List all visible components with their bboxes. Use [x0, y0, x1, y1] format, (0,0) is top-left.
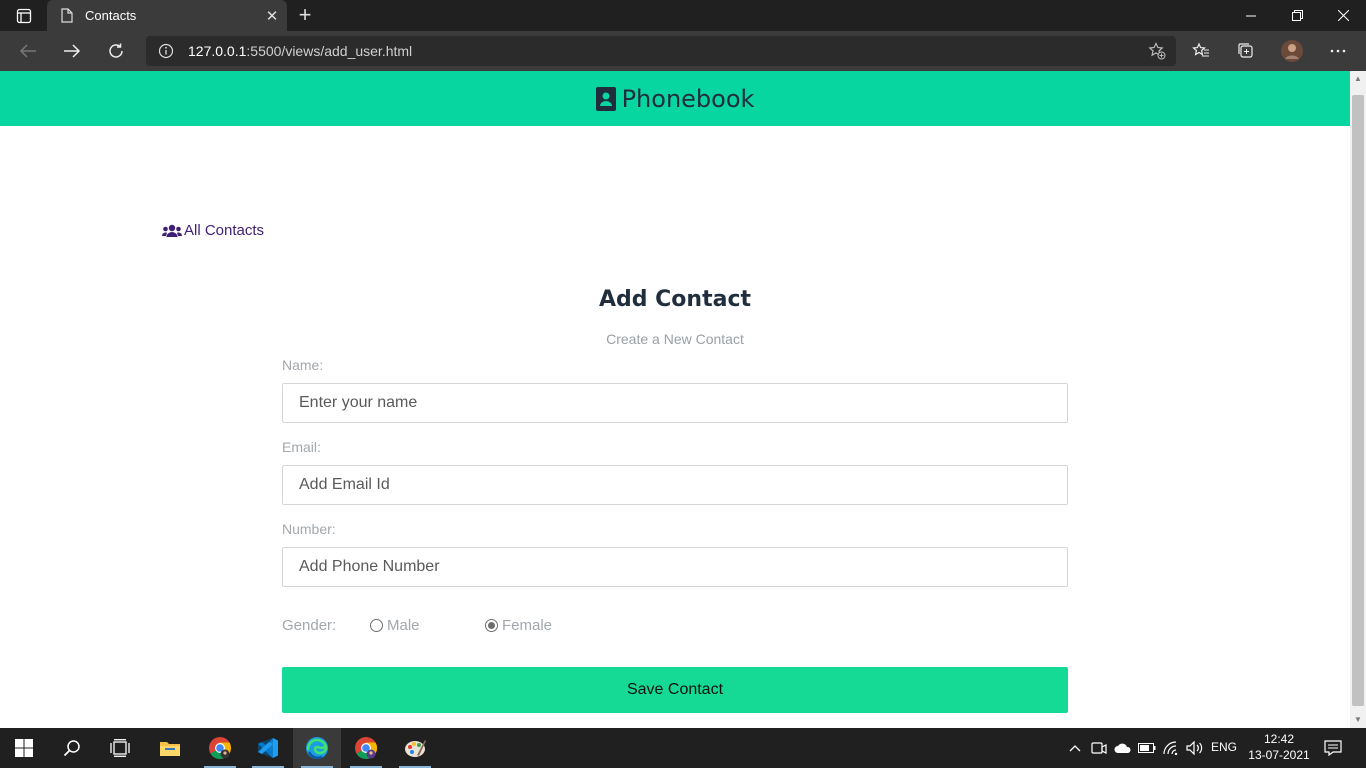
tab-title: Contacts	[85, 8, 137, 23]
gender-group: Gender: Male Female	[282, 617, 552, 634]
number-input[interactable]	[282, 547, 1068, 587]
clock-time: 12:42	[1263, 732, 1295, 746]
brand-name: Phonebook	[621, 84, 755, 113]
vscode-icon[interactable]	[244, 728, 292, 768]
male-label: Male	[387, 617, 420, 634]
form-title: Add Contact	[598, 287, 752, 312]
volume-icon[interactable]	[1185, 728, 1205, 768]
collections-icon[interactable]	[1231, 36, 1261, 66]
refresh-icon[interactable]	[101, 36, 131, 66]
scroll-down-icon[interactable]: ▼	[1350, 712, 1366, 728]
all-contacts-link[interactable]: All Contacts	[162, 222, 264, 239]
meet-now-icon[interactable]	[1089, 728, 1109, 768]
minimize-icon[interactable]	[1228, 0, 1274, 31]
url-path: :5500/views/add_user.html	[246, 43, 413, 59]
scroll-thumb[interactable]	[1352, 95, 1364, 706]
female-radio[interactable]	[485, 619, 498, 632]
gender-label: Gender:	[282, 617, 337, 634]
paint-icon[interactable]	[391, 728, 439, 768]
search-icon[interactable]	[48, 728, 96, 768]
all-contacts-label: All Contacts	[184, 222, 265, 239]
site-header: Phonebook	[0, 71, 1350, 126]
show-hidden-icons-icon[interactable]	[1066, 728, 1084, 768]
language-indicator[interactable]: ENG	[1211, 740, 1237, 754]
address-bar[interactable]: 127.0.0.1:5500/views/add_user.html	[146, 36, 1176, 66]
start-icon[interactable]	[0, 728, 48, 768]
users-icon	[162, 224, 182, 238]
page-content: Phonebook All Contacts Add Contact Creat…	[0, 71, 1350, 728]
browser-tab-bar: Contacts ✕ +	[0, 0, 1366, 31]
email-input[interactable]	[282, 465, 1068, 505]
onedrive-icon[interactable]	[1112, 728, 1134, 768]
close-tab-icon[interactable]: ✕	[257, 0, 287, 31]
battery-icon[interactable]	[1137, 728, 1157, 768]
tab-actions-icon[interactable]	[12, 6, 36, 26]
add-favorite-icon[interactable]	[1148, 42, 1166, 65]
url-host: 127.0.0.1	[188, 43, 247, 59]
back-icon[interactable]	[13, 36, 43, 66]
brand[interactable]: Phonebook	[595, 84, 755, 113]
chrome-icon[interactable]	[196, 728, 244, 768]
address-book-icon	[595, 86, 616, 111]
favorites-icon[interactable]	[1186, 36, 1216, 66]
clock[interactable]: 12:42 13-07-2021	[1246, 731, 1312, 763]
clock-date: 13-07-2021	[1248, 748, 1310, 762]
page-scrollbar[interactable]: ▲ ▼	[1350, 71, 1366, 728]
name-input[interactable]	[282, 383, 1068, 423]
name-label: Name:	[282, 357, 324, 373]
gender-option-male[interactable]: Male	[370, 617, 485, 634]
number-label: Number:	[282, 521, 336, 537]
forward-icon[interactable]	[57, 36, 87, 66]
close-window-icon[interactable]	[1320, 0, 1366, 31]
browser-tab[interactable]: Contacts ✕	[47, 0, 287, 31]
page-icon	[59, 8, 75, 24]
male-radio[interactable]	[370, 619, 383, 632]
task-view-icon[interactable]	[96, 728, 144, 768]
email-label: Email:	[282, 439, 321, 455]
wifi-icon[interactable]	[1162, 728, 1182, 768]
more-icon[interactable]	[1323, 36, 1353, 66]
file-explorer-icon[interactable]	[146, 728, 194, 768]
edge-icon[interactable]	[293, 728, 341, 768]
form-subtitle: Create a New Contact	[606, 331, 744, 347]
chrome-profile-icon[interactable]	[342, 728, 390, 768]
female-label: Female	[502, 617, 553, 634]
gender-option-female[interactable]: Female	[485, 617, 552, 634]
save-contact-button[interactable]: Save Contact	[282, 667, 1068, 713]
site-info-icon[interactable]	[158, 43, 174, 59]
windows-taskbar: ENG 12:42 13-07-2021	[0, 728, 1366, 768]
scroll-up-icon[interactable]: ▲	[1350, 71, 1366, 87]
new-tab-button[interactable]: +	[292, 3, 318, 29]
profile-avatar[interactable]	[1277, 36, 1307, 66]
url-text: 127.0.0.1:5500/views/add_user.html	[188, 43, 412, 59]
notifications-icon[interactable]	[1320, 728, 1346, 768]
restore-icon[interactable]	[1274, 0, 1320, 31]
